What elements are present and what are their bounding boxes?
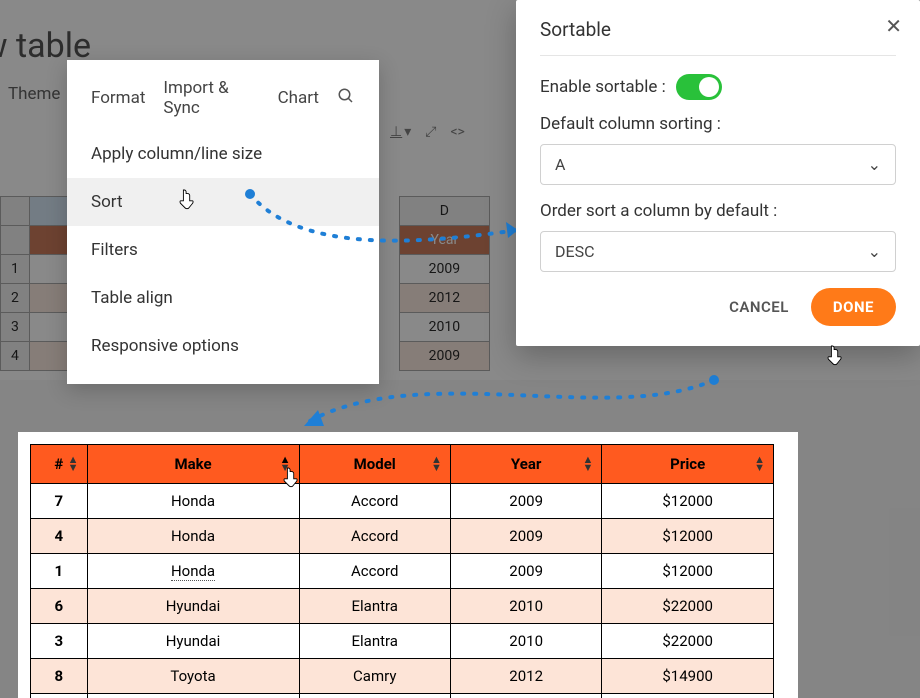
search-icon[interactable] — [331, 83, 361, 114]
tab-import-sync[interactable]: Import & Sync — [157, 74, 265, 122]
default-column-label: Default column sorting : — [540, 114, 896, 134]
enable-sortable-toggle[interactable] — [676, 74, 722, 100]
dropdown-tabs: Format Import & Sync Chart — [67, 60, 379, 130]
done-button[interactable]: DONE — [811, 288, 896, 326]
sortable-dialog: Sortable ✕ Enable sortable : Default col… — [516, 0, 920, 346]
result-table: #▲▼ Make▲▼ Model▲▼ Year▲▼ Price▲▼ 7Honda… — [30, 444, 774, 698]
result-body: 7HondaAccord2009$12000 4HondaAccord2009$… — [31, 484, 774, 698]
table-row: 5ToyotaCamry2012$14900 — [31, 694, 774, 698]
table-row: 8ToyotaCamry2012$14900 — [31, 659, 774, 694]
table-row: 7HondaAccord2009$12000 — [31, 484, 774, 519]
menu-responsive[interactable]: Responsive options — [67, 322, 379, 370]
order-sort-value: DESC — [555, 242, 595, 261]
pointer-cursor-icon — [282, 466, 300, 488]
menu-apply-size[interactable]: Apply column/line size — [67, 130, 379, 178]
pointer-cursor-icon — [826, 344, 844, 366]
chevron-down-icon: ⌄ — [868, 242, 881, 261]
dialog-title: Sortable — [540, 18, 896, 41]
order-sort-label: Order sort a column by default : — [540, 201, 896, 221]
table-row: 6HyundaiElantra2010$22000 — [31, 589, 774, 624]
cancel-button[interactable]: CANCEL — [729, 298, 789, 316]
table-row: 3HyundaiElantra2010$22000 — [31, 624, 774, 659]
menu-filters[interactable]: Filters — [67, 226, 379, 274]
col-model[interactable]: Model▲▼ — [299, 445, 450, 484]
col-num[interactable]: #▲▼ — [31, 445, 88, 484]
menu-table-align[interactable]: Table align — [67, 274, 379, 322]
format-dropdown: Format Import & Sync Chart Apply column/… — [67, 60, 379, 384]
default-column-select[interactable]: A ⌄ — [540, 144, 896, 185]
col-price[interactable]: Price▲▼ — [602, 445, 774, 484]
menu-sort[interactable]: Sort — [67, 178, 379, 226]
pointer-cursor-icon — [178, 188, 196, 210]
chevron-down-icon: ⌄ — [868, 155, 881, 174]
result-panel: #▲▼ Make▲▼ Model▲▼ Year▲▼ Price▲▼ 7Honda… — [18, 432, 798, 698]
enable-sortable-label: Enable sortable : — [540, 77, 666, 97]
table-row: 1HondaAccord2009$12000 — [31, 554, 774, 589]
order-sort-select[interactable]: DESC ⌄ — [540, 231, 896, 272]
tab-format[interactable]: Format — [85, 84, 151, 112]
close-icon[interactable]: ✕ — [885, 14, 902, 38]
tab-chart[interactable]: Chart — [272, 84, 325, 112]
col-make[interactable]: Make▲▼ — [87, 445, 299, 484]
default-column-value: A — [555, 155, 565, 174]
col-year[interactable]: Year▲▼ — [450, 445, 601, 484]
table-row: 4HondaAccord2009$12000 — [31, 519, 774, 554]
